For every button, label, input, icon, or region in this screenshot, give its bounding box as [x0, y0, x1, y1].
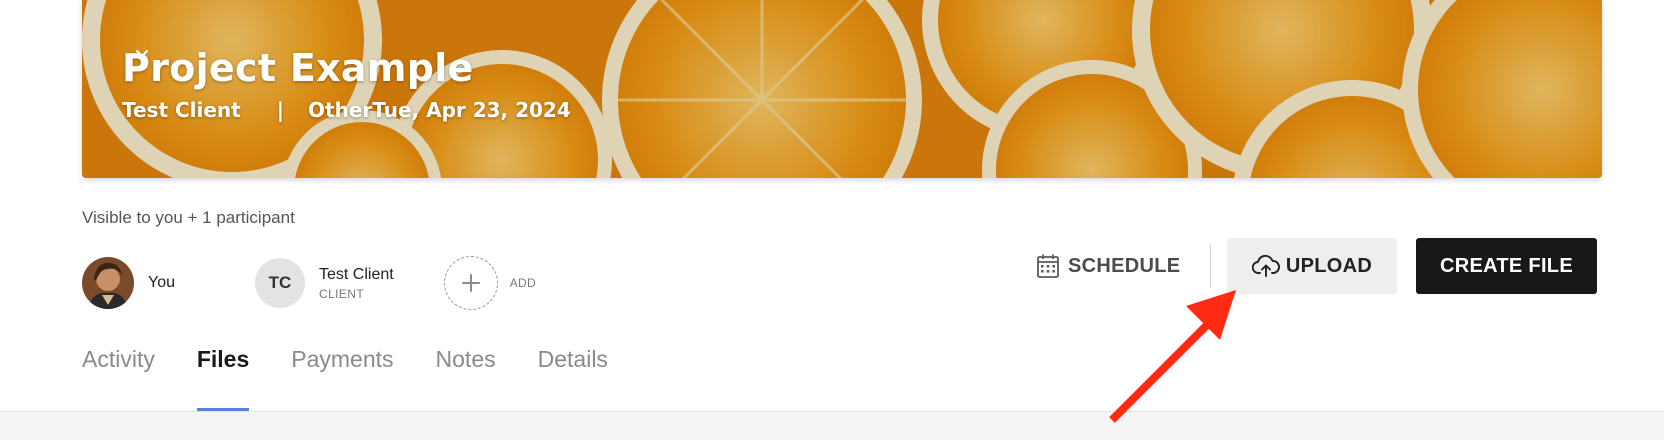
client-avatar[interactable]: TC	[255, 258, 305, 308]
chevron-down-icon[interactable]	[134, 46, 150, 62]
tab-details[interactable]: Details	[538, 346, 608, 412]
schedule-label: SCHEDULE	[1068, 254, 1181, 277]
client-participant[interactable]: Test Client CLIENT	[319, 266, 394, 301]
schedule-button[interactable]: SCHEDULE	[1036, 248, 1180, 284]
avatar[interactable]	[82, 257, 134, 309]
client-participant-name: Test Client	[319, 265, 394, 283]
content-area-top	[0, 412, 1664, 440]
plus-icon	[461, 274, 480, 292]
project-type-label[interactable]: Other	[308, 98, 372, 122]
create-file-button[interactable]: CREATE FILE	[1416, 238, 1597, 294]
tab-notes[interactable]: Notes	[436, 346, 496, 412]
calendar-icon	[1037, 254, 1059, 278]
participant-you-label: You	[148, 274, 175, 291]
add-participant-button[interactable]	[443, 256, 498, 310]
actions-divider	[1210, 244, 1211, 288]
project-date[interactable]: Tue, Apr 23, 2024	[372, 98, 571, 122]
project-page: Project Example Test Client | Other Tue,…	[0, 0, 1664, 440]
upload-button[interactable]: UPLOAD	[1227, 238, 1397, 294]
user-photo	[82, 257, 134, 309]
add-participant-label[interactable]: ADD	[510, 276, 536, 290]
tab-files[interactable]: Files	[196, 346, 250, 412]
client-name-link[interactable]: Test Client	[122, 98, 241, 122]
banner-text: Project Example Test Client | Other Tue,…	[122, 46, 571, 122]
participants-row: You TC Test Client CLIENT ADD	[82, 256, 536, 310]
project-tabs: Activity Files Payments Notes Details	[82, 346, 650, 412]
cloud-upload-icon	[1251, 254, 1280, 277]
visibility-text: Visible to you + 1 participant	[82, 208, 295, 227]
tab-activity[interactable]: Activity	[82, 346, 155, 412]
project-banner: Project Example Test Client | Other Tue,…	[82, 0, 1602, 178]
meta-separator: |	[276, 98, 285, 122]
upload-label: UPLOAD	[1285, 254, 1373, 277]
project-title: Project Example	[122, 46, 474, 90]
project-meta-row: Test Client | Other Tue, Apr 23, 2024	[122, 49, 571, 122]
client-participant-role: CLIENT	[319, 286, 365, 301]
tab-payments[interactable]: Payments	[291, 346, 393, 412]
